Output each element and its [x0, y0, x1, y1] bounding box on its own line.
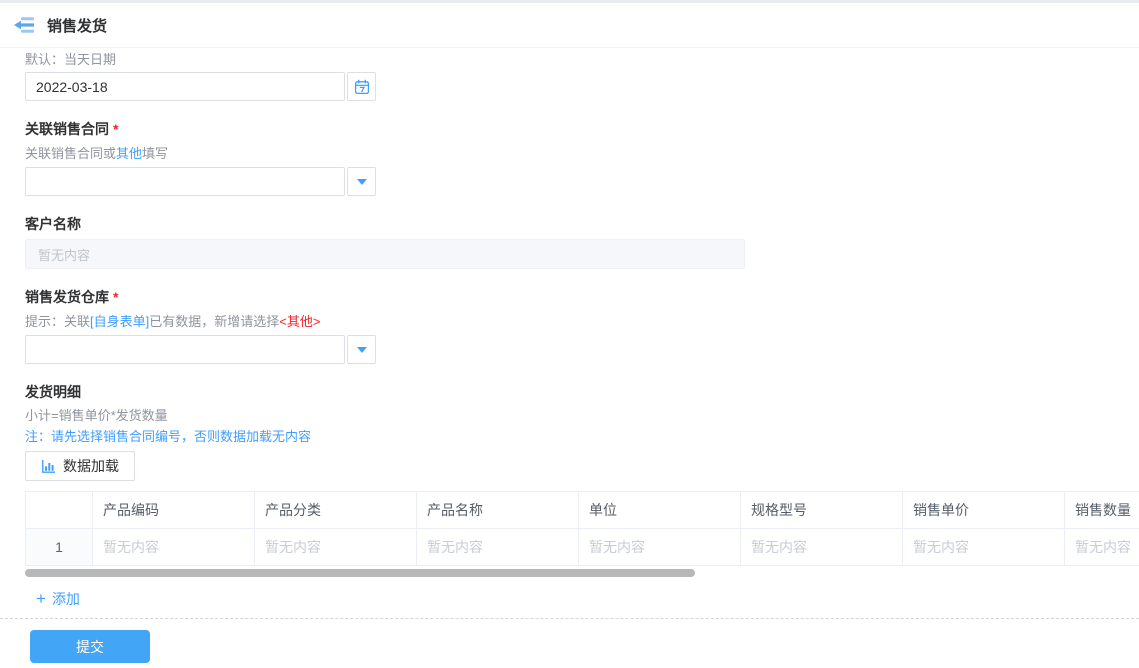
page-title: 销售发货: [47, 15, 107, 36]
required-mark: *: [113, 289, 118, 305]
plus-icon: +: [36, 592, 46, 606]
contract-dropdown-button[interactable]: [347, 167, 376, 196]
warehouse-select-input[interactable]: [25, 335, 345, 364]
warehouse-field-label: 销售发货仓库*: [25, 289, 1139, 305]
horizontal-scrollbar-thumb[interactable]: [25, 569, 695, 577]
table-cell[interactable]: 暂无内容: [1065, 529, 1139, 566]
warehouse-hint-form-link: [自身表单]: [90, 314, 149, 329]
customer-name-input: 暂无内容: [25, 239, 745, 269]
warehouse-hint-prefix: 提示：关联: [25, 314, 90, 329]
table-header-row: 产品编码 产品分类 产品名称 单位 规格型号 销售单价 销售数量: [26, 492, 1139, 529]
contract-hint-suffix: 填写: [142, 146, 168, 161]
contract-select-input[interactable]: [25, 167, 345, 196]
footer-divider: [0, 618, 1139, 619]
column-header: 产品名称: [417, 492, 579, 529]
submit-button[interactable]: 提交: [30, 630, 150, 663]
add-row-button[interactable]: + 添加: [36, 589, 80, 609]
bar-chart-icon: [41, 459, 56, 474]
subtotal-note: 小计=销售单价*发货数量: [25, 408, 1139, 423]
table-cell[interactable]: 暂无内容: [93, 529, 255, 566]
column-header: 销售数量: [1065, 492, 1139, 529]
horizontal-scrollbar-track: [25, 569, 1139, 577]
table-cell[interactable]: 暂无内容: [417, 529, 579, 566]
column-header: 规格型号: [741, 492, 903, 529]
column-header: 产品编码: [93, 492, 255, 529]
chevron-down-icon: [357, 347, 367, 353]
warehouse-hint-middle: 已有数据，新增请选择: [149, 314, 279, 329]
column-header: 单位: [579, 492, 741, 529]
index-column-header: [26, 492, 93, 529]
page-header: 销售发货: [0, 3, 1139, 48]
warehouse-hint-other: <其他>: [279, 314, 320, 329]
column-header: 销售单价: [903, 492, 1065, 529]
table-cell[interactable]: 暂无内容: [741, 529, 903, 566]
warehouse-field-label-text: 销售发货仓库: [25, 289, 109, 305]
date-field-description: 默认：当天日期: [25, 52, 1139, 67]
collapse-back-icon[interactable]: [13, 15, 37, 35]
contract-field-hint: 关联销售合同或其他填写: [25, 146, 1139, 161]
table-cell[interactable]: 暂无内容: [903, 529, 1065, 566]
table-cell[interactable]: 暂无内容: [579, 529, 741, 566]
contract-hint-other-link[interactable]: 其他: [116, 146, 142, 161]
add-row-label: 添加: [52, 589, 80, 609]
contract-hint-prefix: 关联销售合同或: [25, 146, 116, 161]
date-input[interactable]: [25, 72, 345, 101]
detail-section-label: 发货明细: [25, 384, 1139, 400]
column-header: 产品分类: [255, 492, 417, 529]
load-note: 注：请先选择销售合同编号，否则数据加载无内容: [25, 429, 1139, 444]
warehouse-field-hint: 提示：关联[自身表单]已有数据，新增请选择<其他>: [25, 314, 1139, 329]
contract-field-label: 关联销售合同*: [25, 121, 1139, 137]
row-index-cell: 1: [26, 529, 93, 566]
warehouse-dropdown-button[interactable]: [347, 335, 376, 364]
calendar-picker-button[interactable]: [347, 72, 376, 101]
contract-field-label-text: 关联销售合同: [25, 121, 109, 137]
chevron-down-icon: [357, 179, 367, 185]
customer-field-label: 客户名称: [25, 216, 1139, 232]
table-cell[interactable]: 暂无内容: [255, 529, 417, 566]
required-mark: *: [113, 121, 118, 137]
data-load-button-label: 数据加载: [63, 456, 119, 476]
detail-table-container: 产品编码 产品分类 产品名称 单位 规格型号 销售单价 销售数量 1 暂无内容 …: [25, 491, 1139, 566]
data-load-button[interactable]: 数据加载: [25, 451, 135, 481]
calendar-icon: [354, 79, 370, 95]
detail-table: 产品编码 产品分类 产品名称 单位 规格型号 销售单价 销售数量 1 暂无内容 …: [25, 491, 1139, 566]
table-row: 1 暂无内容 暂无内容 暂无内容 暂无内容 暂无内容 暂无内容 暂无内容: [26, 529, 1139, 566]
